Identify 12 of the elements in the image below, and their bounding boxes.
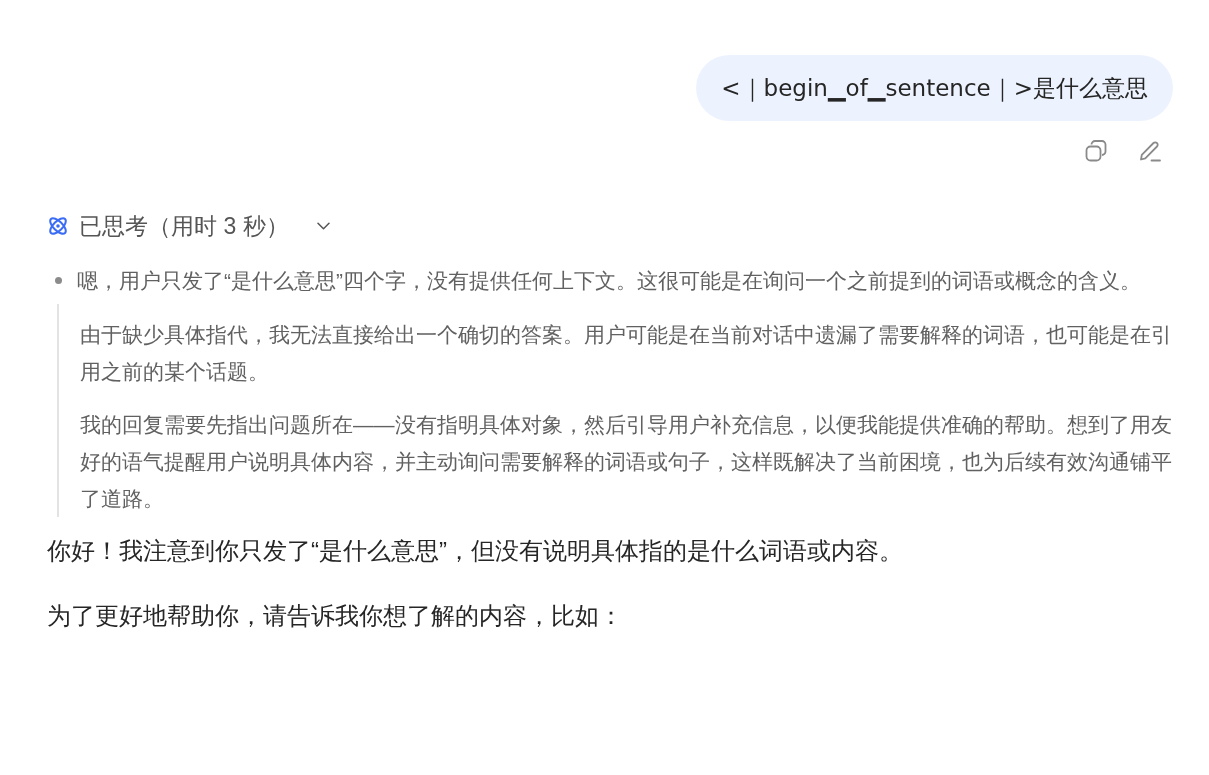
answer-paragraph: 为了更好地帮助你，请告诉我你想了解的内容，比如： [47,601,624,631]
thought-paragraph: 由于缺少具体指代，我无法直接给出一个确切的答案。用户可能是在当前对话中遗漏了需要解释的词语，也可能是在引用之前的某个话题。 [80,322,1173,385]
thought-paragraph: 我的回复需要先指出问题所在——没有指明具体对象，然后引导用户补充信息，以便我能提供准确的帮助。想到了用友好的语气提醒用户说明具体内容，并主动询问需要解释的词语或句子，这样既解决了当前困境，也为后续有效沟通铺平了道路。 [80,412,1173,512]
user-message: <｜begin▁of▁sentence｜>是什么意思 [696,55,1173,121]
chevron-icon [316,222,330,230]
thinking-toggle[interactable]: 已思考（用时 3 秒） [47,210,330,242]
thought-paragraph: 嗯，用户只发了“是什么意思”四个字，没有提供任何上下文。这很可能是在询问一个之前提到的词语或概念的含义。 [77,268,1141,294]
copy-icon [1085,140,1107,162]
pencil-icon [1139,140,1161,162]
bullet-icon [55,277,62,284]
atom-icon [47,215,69,237]
answer-paragraph: 你好！我注意到你只发了“是什么意思”，但没有说明具体指的是什么词语或内容。 [47,536,904,566]
